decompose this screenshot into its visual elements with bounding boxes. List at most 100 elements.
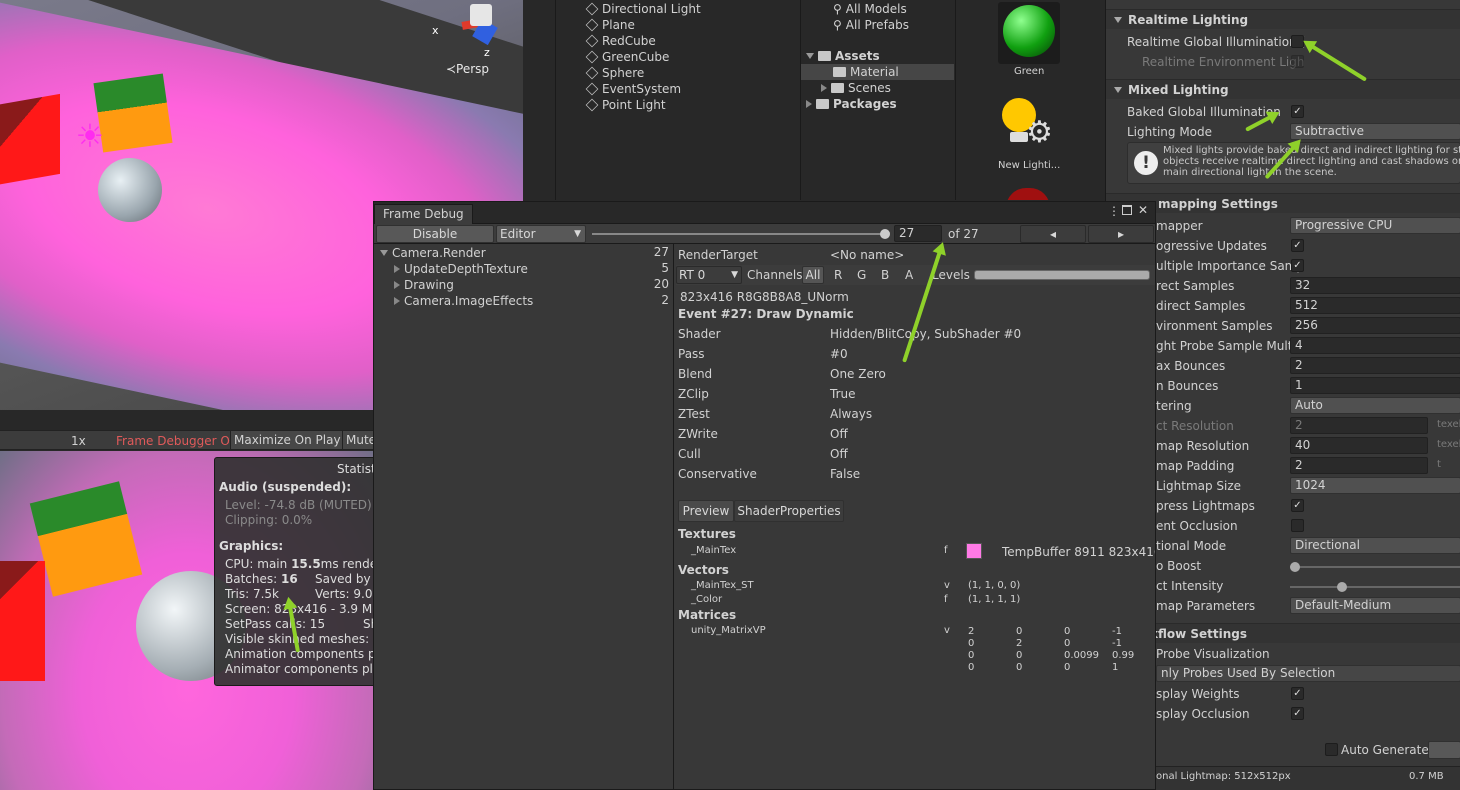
baked-gi-checkbox[interactable]: ✓ [1291,105,1304,118]
hierarchy-item-label: Sphere [602,66,645,80]
red-material-thumb[interactable] [1006,188,1050,200]
disable-button[interactable]: Disable [376,225,494,243]
channel-b-button[interactable]: B [881,268,889,282]
lightmap-setting-dropdown[interactable]: Default-Medium [1290,597,1460,614]
sphere[interactable] [98,158,162,222]
lightmapping-settings-header[interactable]: mapping Settings [1106,193,1460,213]
texture-name: _MainTex [691,545,737,556]
projection-label[interactable]: ≺Persp [446,62,489,76]
hierarchy-panel: Directional Light Plane RedCube GreenCub… [555,0,800,200]
auto-generate-checkbox[interactable] [1325,743,1338,756]
hierarchy-item[interactable]: Plane [585,17,635,33]
lightmap-setting-slider[interactable] [1290,562,1460,572]
maximize-on-play-button[interactable]: Maximize On Play [230,431,344,449]
lighting-settings-icon[interactable]: ⚙ [1000,96,1058,154]
hierarchy-item[interactable]: RedCube [585,33,656,49]
hierarchy-item[interactable]: EventSystem [585,81,681,97]
slider-handle[interactable] [1290,562,1300,572]
graphics-header: Graphics: [219,539,284,553]
more-options-icon[interactable]: ⋮ [1108,204,1120,218]
lightmap-setting-field[interactable]: 2 [1290,357,1460,374]
realtime-env-checkbox[interactable] [1291,55,1304,68]
assets-folder[interactable]: Assets [806,48,880,64]
event-slider-handle[interactable] [880,229,890,239]
event-index-field[interactable]: 27 [894,225,942,242]
channel-all-button[interactable]: All [802,266,824,284]
matrix-cell: 0 [1016,662,1023,673]
tree-row[interactable]: Drawing [394,277,454,293]
hierarchy-item[interactable]: Point Light [585,97,666,113]
tree-row[interactable]: Camera.ImageEffects [394,293,533,309]
lightmap-setting-field[interactable]: 512 [1290,297,1460,314]
probe-visualization-dropdown[interactable]: nly Probes Used By Selection [1156,665,1460,682]
help-line: main directional light in the scene. [1163,167,1337,178]
lightmap-setting-checkbox[interactable]: ✓ [1291,499,1304,512]
hierarchy-item[interactable]: GreenCube [585,49,669,65]
close-icon[interactable]: ✕ [1138,203,1148,217]
red-cube[interactable] [0,93,60,187]
channel-g-button[interactable]: G [857,268,866,282]
preview-tab[interactable]: Preview [678,500,734,522]
hierarchy-item[interactable]: Directional Light [585,1,701,17]
green-material-label[interactable]: Green [1014,66,1044,77]
mixed-lighting-header[interactable]: Mixed Lighting [1106,79,1460,99]
game-green-cube [29,481,143,597]
green-material-thumb[interactable] [998,2,1060,64]
packages-folder[interactable]: Packages [806,96,897,112]
all-prefabs-item[interactable]: ⚲ All Prefabs [833,17,909,33]
scenes-folder[interactable]: Scenes [821,80,891,96]
lightmap-setting-slider[interactable] [1290,582,1460,592]
realtime-gi-label: Realtime Global Illumination ( [1127,35,1306,49]
frame-debugger-indicator[interactable]: Frame Debugger On [116,434,237,448]
lightmap-setting-checkbox[interactable] [1291,519,1304,532]
all-models-item[interactable]: ⚲ All Models [833,1,907,17]
lightmap-setting-field[interactable]: 4 [1290,337,1460,354]
maximize-icon[interactable] [1122,205,1132,215]
lightmap-setting-dropdown[interactable]: Directional [1290,537,1460,554]
lighting-mode-dropdown[interactable]: Subtractive [1290,123,1460,140]
lightmap-setting-field[interactable]: 2 [1290,417,1428,434]
next-event-button[interactable]: ▸ [1088,225,1154,243]
material-folder[interactable]: Material [801,64,954,80]
channel-a-button[interactable]: A [905,268,913,282]
rt-dropdown[interactable]: RT 0 ▼ [676,266,742,284]
folder-icon [816,99,829,109]
mute-audio-button[interactable]: Mute [342,431,375,449]
scene-gizmo[interactable]: x z [432,0,512,59]
verts-stat: Verts: 9.0k [315,587,376,601]
frame-debug-tab[interactable]: Frame Debug [374,204,473,224]
lightmap-setting-field[interactable]: 2 [1290,457,1428,474]
lightmap-setting-dropdown[interactable]: 1024 [1290,477,1460,494]
lightmap-setting-field[interactable]: 1 [1290,377,1460,394]
lightmap-setting-field[interactable]: 32 [1290,277,1460,294]
folder-icon [831,83,844,93]
generate-lighting-button[interactable] [1428,741,1460,759]
workflow-settings-header[interactable]: kflow Settings [1106,623,1460,643]
lightmap-setting-checkbox[interactable]: ✓ [1291,259,1304,272]
display-weights-checkbox[interactable]: ✓ [1291,687,1304,700]
target-dropdown[interactable]: Editor ▼ [496,225,586,243]
realtime-lighting-header[interactable]: Realtime Lighting [1106,9,1460,29]
vector-stage: v [944,580,950,591]
matrix-cell: 1 [1112,662,1119,673]
event-slider-track[interactable] [592,233,886,235]
slider-handle[interactable] [1337,582,1347,592]
lightmap-setting-checkbox[interactable]: ✓ [1291,239,1304,252]
shader-properties-tab[interactable]: ShaderProperties [734,500,844,522]
lightmap-setting-field[interactable]: 256 [1290,317,1460,334]
channel-r-button[interactable]: R [834,268,842,282]
tree-row[interactable]: UpdateDepthTexture [394,261,528,277]
matrix-cell: -1 [1112,638,1122,649]
hierarchy-item[interactable]: Sphere [585,65,645,81]
tree-row-label: Camera.ImageEffects [404,294,534,308]
previous-event-button[interactable]: ◂ [1020,225,1086,243]
lightmap-setting-field[interactable]: 40 [1290,437,1428,454]
point-light-icon[interactable]: ☀ [72,118,108,154]
lightmap-setting-dropdown[interactable]: Auto [1290,397,1460,414]
display-occlusion-checkbox[interactable]: ✓ [1291,707,1304,720]
scale-value[interactable]: 1x [71,434,86,448]
tree-row[interactable]: Camera.Render [380,245,486,261]
lighting-settings-label[interactable]: New Lighti... [998,160,1060,171]
lightmap-setting-dropdown[interactable]: Progressive CPU [1290,217,1460,234]
levels-slider[interactable] [974,270,1150,280]
